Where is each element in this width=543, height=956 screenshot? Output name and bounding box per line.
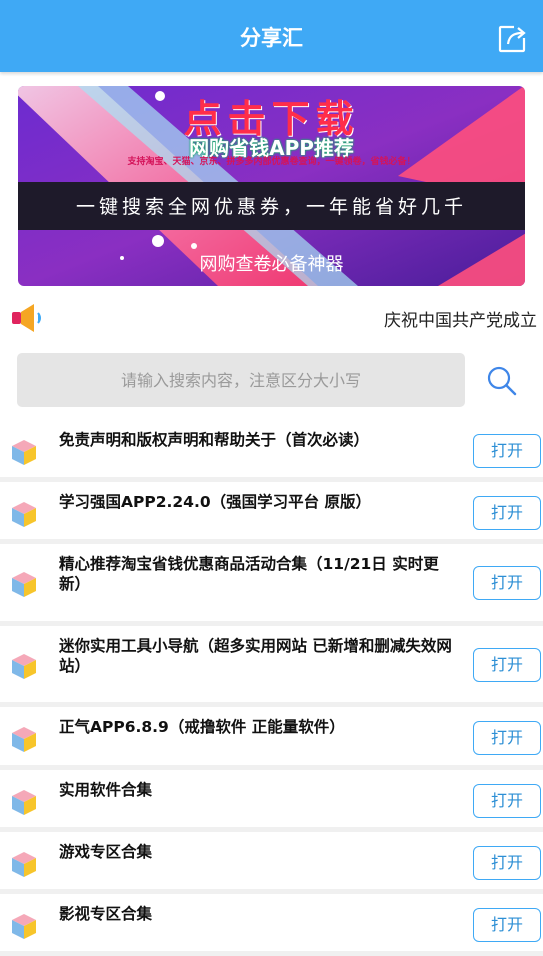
- list-item-title: 实用软件合集: [59, 781, 153, 799]
- list-item: 影视专区合集 打开: [0, 894, 543, 956]
- list-item-title: 免责声明和版权声明和帮助关于（首次必读）: [59, 431, 370, 449]
- list-item-title: 正气APP6.8.9（戒撸软件 正能量软件）: [59, 718, 345, 736]
- list-item-title: 影视专区合集: [59, 905, 153, 923]
- promo-banner[interactable]: 点击下载 网购省钱APP推荐 支持淘宝、天猫、京东、拼多多内部优惠卷查询，一键领…: [18, 86, 525, 286]
- share-icon[interactable]: [497, 24, 527, 54]
- cube-icon: [12, 727, 36, 752]
- banner-small-text: 支持淘宝、天猫、京东、拼多多内部优惠卷查询，一键领卷，省钱必备！: [127, 157, 416, 167]
- cube-icon: [12, 502, 36, 527]
- notice-text: 庆祝中国共产党成立: [384, 311, 537, 330]
- speaker-icon: [12, 304, 41, 332]
- open-button[interactable]: 打开: [473, 721, 541, 755]
- cube-icon: [12, 852, 36, 877]
- list-item: 学习强国APP2.24.0（强国学习平台 原版） 打开: [0, 482, 543, 544]
- cube-icon: [12, 790, 36, 815]
- page-title: 分享汇: [240, 26, 303, 50]
- search-icon[interactable]: [485, 364, 519, 398]
- cube-icon: [12, 572, 36, 597]
- banner-slogan: 一键搜索全网优惠券，一年能省好几千: [75, 196, 467, 218]
- open-button[interactable]: 打开: [473, 434, 541, 468]
- list-item-title: 迷你实用工具小导航（超多实用网站 已新增和删减失效网站）: [59, 637, 452, 675]
- cube-icon: [12, 914, 36, 939]
- resource-list: 免责声明和版权声明和帮助关于（首次必读） 打开 学习强国APP2.24.0（强国…: [0, 420, 543, 956]
- notice-bar: 庆祝中国共产党成立: [0, 298, 543, 338]
- open-button[interactable]: 打开: [473, 566, 541, 600]
- open-button[interactable]: 打开: [473, 784, 541, 818]
- cube-icon: [12, 654, 36, 679]
- open-button[interactable]: 打开: [473, 496, 541, 530]
- app-header: 分享汇: [0, 0, 543, 72]
- list-item: 迷你实用工具小导航（超多实用网站 已新增和删减失效网站） 打开: [0, 626, 543, 707]
- list-item: 游戏专区合集 打开: [0, 832, 543, 894]
- open-button[interactable]: 打开: [473, 648, 541, 682]
- list-item: 免责声明和版权声明和帮助关于（首次必读） 打开: [0, 420, 543, 482]
- open-button[interactable]: 打开: [473, 908, 541, 942]
- list-item-title: 学习强国APP2.24.0（强国学习平台 原版）: [59, 493, 372, 511]
- list-item: 实用软件合集 打开: [0, 770, 543, 832]
- list-item: 精心推荐淘宝省钱优惠商品活动合集（11/21日 实时更新） 打开: [0, 544, 543, 626]
- cube-icon: [12, 440, 36, 465]
- list-item: 正气APP6.8.9（戒撸软件 正能量软件） 打开: [0, 707, 543, 770]
- list-item-title: 游戏专区合集: [59, 843, 153, 861]
- banner-bottom-text: 网购查卷必备神器: [199, 254, 344, 275]
- search-input[interactable]: [17, 353, 465, 407]
- list-item-title: 精心推荐淘宝省钱优惠商品活动合集（11/21日 实时更新）: [59, 555, 439, 593]
- open-button[interactable]: 打开: [473, 846, 541, 880]
